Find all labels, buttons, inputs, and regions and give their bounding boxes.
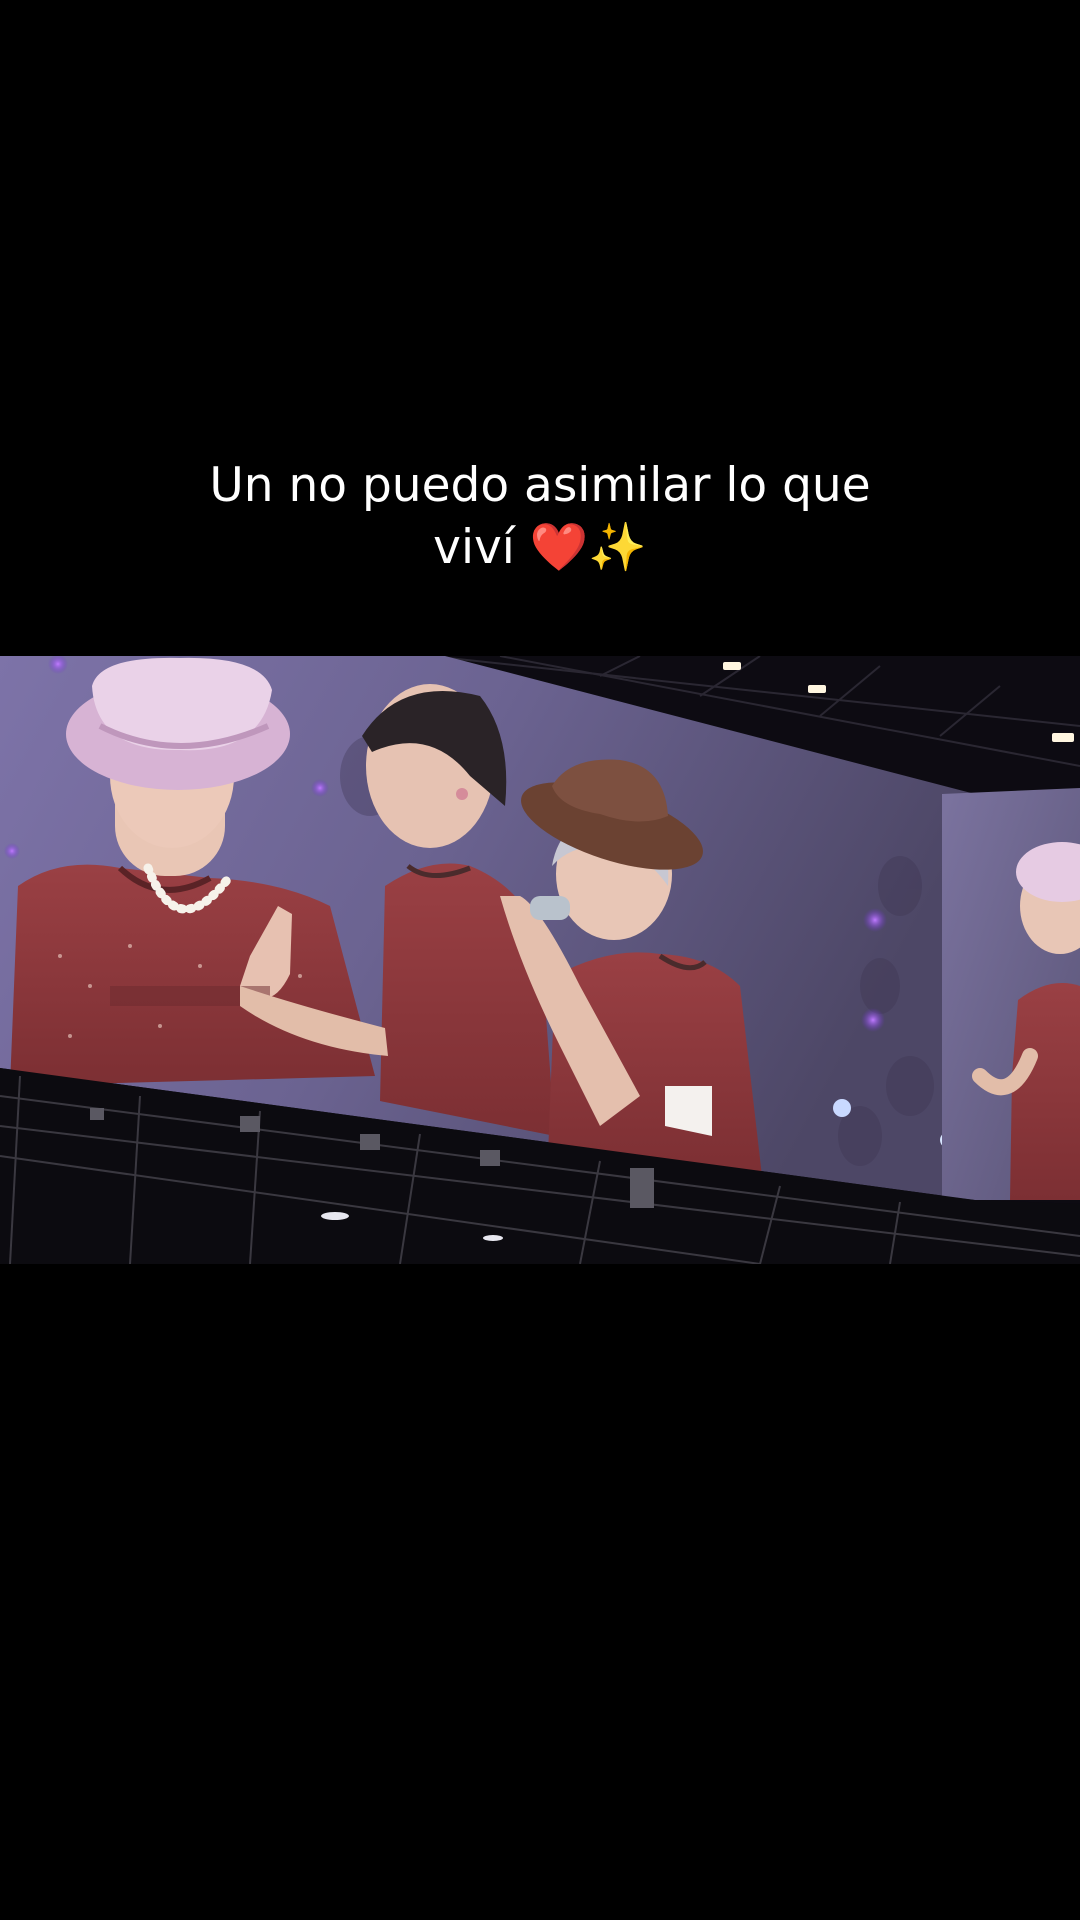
concert-screen-illustration: [0, 656, 1080, 1264]
caption-line-2: viví ❤️✨: [433, 520, 647, 575]
caption-line-1: Un no puedo asimilar lo que: [209, 458, 871, 513]
concert-video-frame[interactable]: [0, 656, 1080, 1264]
video-caption: Un no puedo asimilar lo que viví ❤️✨: [0, 455, 1080, 579]
